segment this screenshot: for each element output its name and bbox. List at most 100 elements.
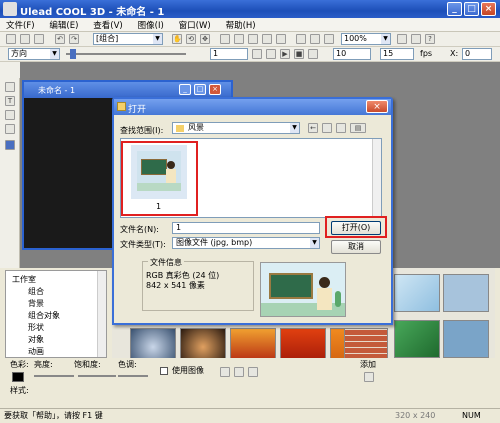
open-icon[interactable]	[20, 34, 30, 44]
maximize-button[interactable]: □	[464, 2, 479, 16]
lookin-select[interactable]: 风景 ▼	[172, 122, 300, 134]
view-menu-icon[interactable]: ▤	[350, 123, 366, 133]
gallery-thumb[interactable]	[394, 274, 440, 312]
tool-icon-4[interactable]	[262, 34, 272, 44]
folder-icon	[176, 125, 184, 132]
render-icon[interactable]	[324, 34, 334, 44]
help-pointer-icon[interactable]: ?	[425, 34, 435, 44]
object-tool-icon[interactable]	[5, 110, 15, 120]
folder-icon	[117, 102, 126, 111]
style-label: 样式:	[10, 386, 29, 395]
doc-minimize-button[interactable]: _	[179, 84, 191, 95]
cancel-button[interactable]: 取消	[331, 240, 381, 254]
group-select[interactable]: [组合] ▼	[93, 33, 163, 45]
back-icon[interactable]: ←	[308, 123, 318, 133]
menu-window[interactable]: 窗口(W)	[173, 18, 217, 31]
tree-item[interactable]: 工作室	[12, 274, 36, 285]
x-field[interactable]: 0	[462, 48, 492, 60]
view-icon-1[interactable]	[397, 34, 407, 44]
use-image-label: 使用图像	[172, 366, 204, 375]
hand-icon[interactable]: ✋	[172, 34, 182, 44]
minimize-button[interactable]: _	[447, 2, 462, 16]
standard-toolbar: ↶ ↷ [组合] ▼ ✋ ⟲ ✥ 100% ▼ ?	[0, 32, 500, 47]
effects-tree: 工作室 组合 背景 组合对象 形状 对象 动画	[5, 270, 107, 358]
globe-tool-icon[interactable]	[5, 140, 15, 150]
text-tool-icon[interactable]: T	[5, 96, 15, 106]
tree-scrollbar[interactable]	[97, 271, 106, 357]
new-folder-icon[interactable]	[336, 123, 346, 133]
file-list-scrollbar[interactable]	[372, 139, 381, 217]
doc-close-button[interactable]: ×	[209, 84, 221, 95]
up-folder-icon[interactable]	[322, 123, 332, 133]
add-icon[interactable]	[364, 372, 374, 382]
image-browse-icon[interactable]	[220, 367, 230, 377]
tree-item[interactable]: 背景	[28, 298, 44, 309]
chevron-down-icon: ▼	[381, 34, 390, 44]
document-title: 未命名 - 1	[38, 86, 76, 95]
use-image-checkbox[interactable]	[160, 367, 168, 375]
filename-input[interactable]: 1	[172, 222, 320, 234]
new-icon[interactable]	[6, 34, 16, 44]
view-icon-2[interactable]	[411, 34, 421, 44]
zoom-select[interactable]: 100% ▼	[341, 33, 391, 45]
add-frame-icon[interactable]	[252, 49, 262, 59]
open-dialog: 打开 × 查找范围(I): 风景 ▼ ← ▤ 1 文件名(N): 1 文件类型(…	[112, 97, 393, 325]
tool-icon-1[interactable]	[220, 34, 230, 44]
save-icon[interactable]	[34, 34, 44, 44]
doc-maximize-button[interactable]: □	[194, 84, 206, 95]
floor	[261, 303, 345, 316]
saturation-slider[interactable]	[78, 375, 116, 377]
status-dimensions: 320 x 240	[395, 411, 436, 420]
brightness-label: 亮度:	[34, 360, 53, 369]
redo-icon[interactable]: ↷	[69, 34, 79, 44]
highlight-box	[121, 141, 198, 216]
tree-item[interactable]: 组合对象	[28, 310, 60, 321]
tree-item[interactable]: 动画	[28, 346, 44, 357]
rotate-icon[interactable]: ⟲	[186, 34, 196, 44]
filetype-select[interactable]: 图像文件 (jpg, bmp) ▼	[172, 237, 320, 249]
tool-icon-2[interactable]	[234, 34, 244, 44]
gallery-thumb[interactable]	[394, 320, 440, 358]
camera-icon[interactable]	[310, 34, 320, 44]
gallery-thumb[interactable]	[443, 320, 489, 358]
tree-item[interactable]: 对象	[28, 334, 44, 345]
highlight-box	[325, 216, 387, 238]
lookin-label: 查找范围(I):	[120, 126, 164, 135]
menu-help[interactable]: 帮助(H)	[220, 18, 262, 31]
menu-file[interactable]: 文件(F)	[0, 18, 41, 31]
image-edit-icon[interactable]	[234, 367, 244, 377]
tree-item[interactable]: 形状	[28, 322, 44, 333]
fps-field[interactable]: 15	[380, 48, 414, 60]
undo-icon[interactable]: ↶	[55, 34, 65, 44]
move-icon[interactable]: ✥	[200, 34, 210, 44]
timeline-slider[interactable]	[66, 53, 186, 55]
tree-item[interactable]: 组合	[28, 286, 44, 297]
menu-view[interactable]: 查看(V)	[87, 18, 128, 31]
color-swatch[interactable]	[12, 372, 24, 382]
menu-image[interactable]: 图像(I)	[132, 18, 170, 31]
hue-slider[interactable]	[118, 375, 148, 377]
close-button[interactable]: ×	[481, 2, 496, 16]
tool-icon-3[interactable]	[248, 34, 258, 44]
dialog-close-button[interactable]: ×	[366, 100, 388, 113]
frame-field[interactable]: 1	[210, 48, 248, 60]
timeline-thumb[interactable]	[70, 49, 76, 59]
brightness-slider[interactable]	[34, 375, 74, 377]
image-clear-icon[interactable]	[248, 367, 258, 377]
speed-field[interactable]: 10	[333, 48, 371, 60]
play-icon[interactable]: ▶	[280, 49, 290, 59]
stop-icon[interactable]: ■	[294, 49, 304, 59]
direction-select[interactable]: 方向 ▼	[8, 48, 60, 60]
dialog-title: 打开	[128, 105, 147, 115]
menu-edit[interactable]: 编辑(E)	[43, 18, 84, 31]
loop-icon[interactable]	[308, 49, 318, 59]
gallery-thumb[interactable]	[443, 274, 489, 312]
select-tool-icon[interactable]	[5, 82, 15, 92]
light-icon[interactable]	[296, 34, 306, 44]
tool-icon-5[interactable]	[276, 34, 286, 44]
fileinfo-size: 842 x 541 像素	[146, 281, 205, 290]
image-preview	[260, 262, 346, 317]
delete-frame-icon[interactable]	[266, 49, 276, 59]
shape-tool-icon[interactable]	[5, 124, 15, 134]
saturation-label: 饱和度:	[74, 360, 101, 369]
